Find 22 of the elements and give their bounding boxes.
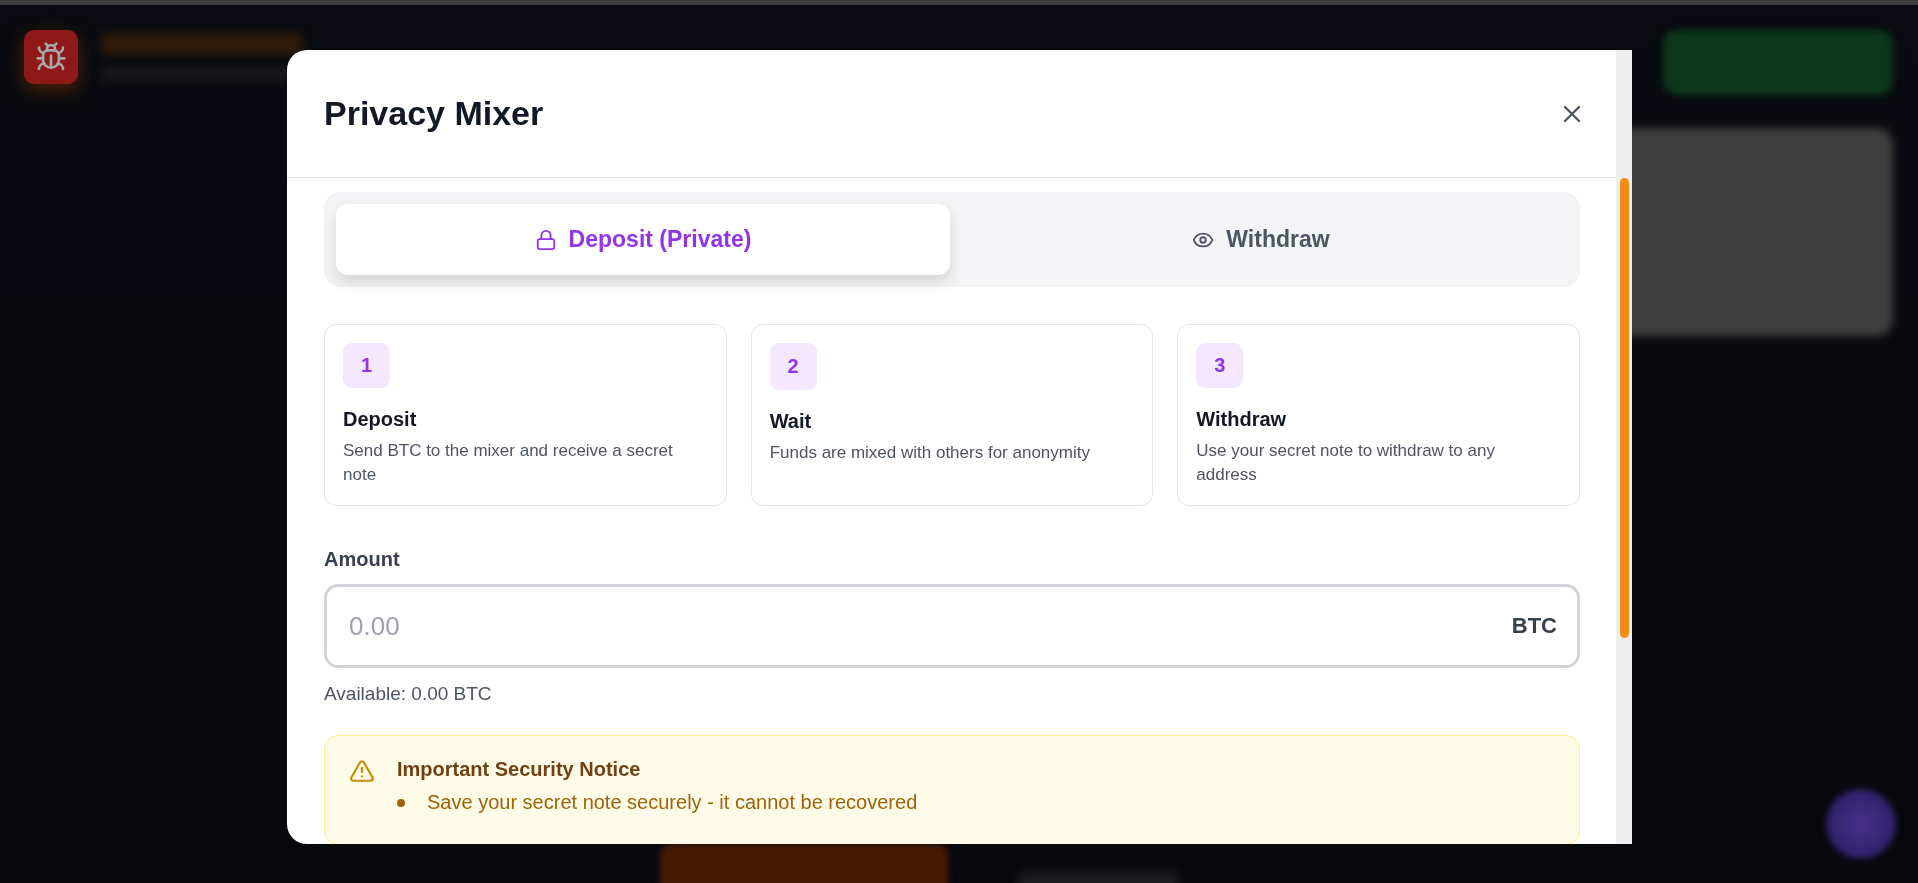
notice-item: Save your secret note securely - it cannot be recovered: [427, 791, 918, 814]
warning-icon: [349, 758, 375, 784]
currency-unit: BTC: [1511, 613, 1557, 639]
step-number: 3: [1196, 343, 1244, 388]
bug-icon: [35, 41, 67, 73]
dialog-title: Privacy Mixer: [324, 94, 544, 133]
step-description: Send BTC to the mixer and receive a secret note: [343, 440, 674, 486]
step-title: Wait: [769, 410, 813, 433]
tab[interactable]: Deposit (Private): [336, 204, 950, 275]
step-number: 1: [343, 343, 390, 388]
step-title: Deposit: [343, 408, 418, 431]
bullet-icon: [397, 798, 405, 807]
step-description: Funds are mixed with others for anonymity: [769, 442, 1091, 464]
step-number: 2: [769, 343, 817, 390]
notice-title: Important Security Notice: [397, 758, 642, 781]
available-balance: Available: 0.00 BTC: [324, 683, 493, 705]
step-description: Use your secret note to withdraw to any address: [1196, 440, 1496, 486]
amount-label: Amount: [324, 548, 401, 571]
scrollbar[interactable]: [1616, 50, 1632, 844]
lock-icon: [534, 228, 557, 251]
tab[interactable]: Withdraw: [954, 204, 1568, 275]
step-title: Withdraw: [1196, 408, 1288, 431]
